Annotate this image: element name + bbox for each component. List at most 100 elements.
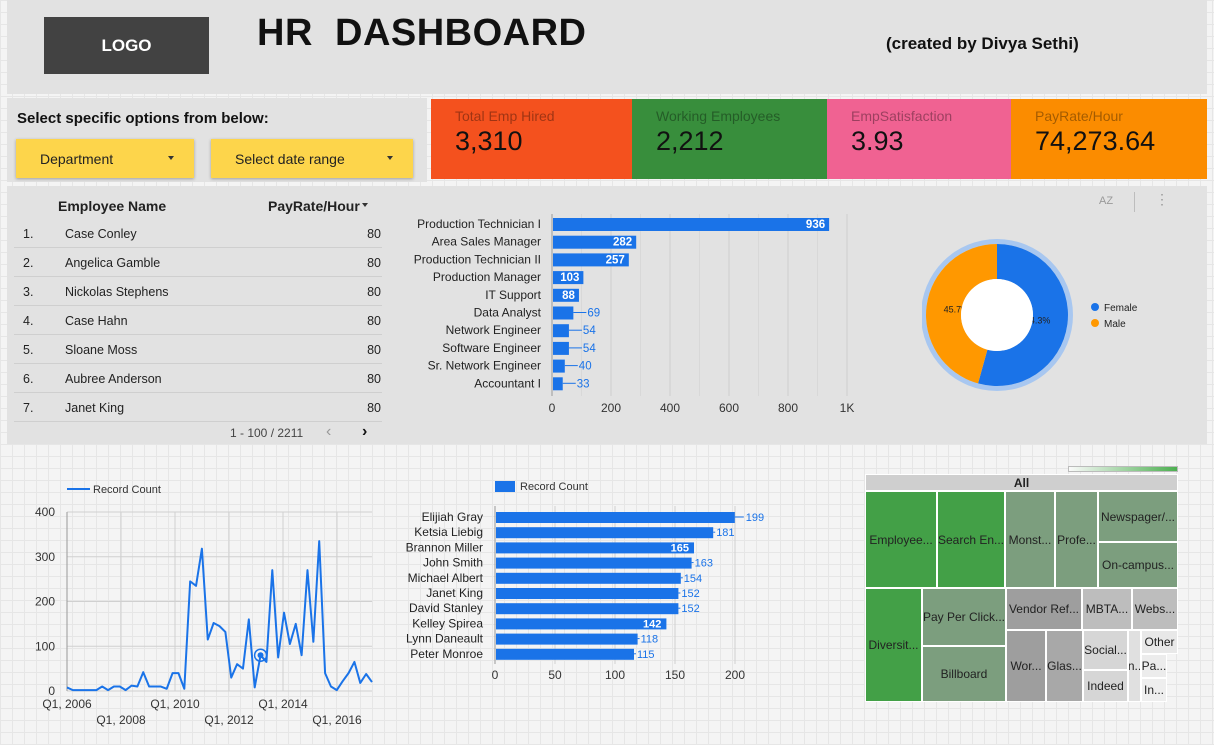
series-line[interactable] [66,540,373,692]
y-tick-label: 0 [48,684,55,698]
bar[interactable] [496,542,694,554]
bar[interactable] [553,359,565,373]
middle-panel: Employee Name PayRate/Hour 1. Case Conley… [7,186,1207,444]
bar-value-label: 54 [583,343,596,355]
treemap-cell[interactable]: Search En... [937,491,1005,588]
legend-label[interactable]: Female [1104,303,1138,314]
payrate-value: 80 [367,314,381,328]
employee-name: Nickolas Stephens [65,285,169,299]
treemap-cell[interactable]: Monst... [1005,491,1055,588]
treemap-cell[interactable]: Webs... [1132,588,1178,630]
treemap-cell[interactable]: Wor... [1006,630,1046,702]
category-label: Accountant I [474,376,541,390]
bar-value-label: 69 [587,308,600,320]
treemap-cell[interactable]: Pa... [1141,654,1167,678]
gender-donut-chart: 54.3%45.7% FemaleMale [922,239,1138,391]
treemap-cell[interactable]: Profe... [1055,491,1098,588]
category-label: Janet King [426,586,483,600]
kpi-working-employees[interactable]: Working Employees 2,212 [632,99,827,179]
prev-page-icon[interactable]: ‹ [326,423,331,441]
bar[interactable] [496,512,735,523]
bar[interactable] [496,572,681,584]
treemap-cell[interactable]: Social... [1083,630,1128,670]
bar[interactable] [553,306,574,320]
bar[interactable] [553,218,830,231]
payrate-value: 80 [367,227,381,241]
bar[interactable] [553,341,569,355]
bar[interactable] [496,603,679,615]
x-tick-label: 200 [725,668,745,682]
payrate-value: 80 [367,256,381,270]
table-row[interactable]: 6. Aubree Anderson 80 [14,364,382,393]
treemap-cell[interactable]: Indeed [1083,670,1128,702]
logo: LOGO [44,17,209,74]
bar[interactable] [496,557,692,569]
treemap-cell[interactable]: On-campus... [1098,542,1178,588]
department-dropdown-label: Department [40,150,114,167]
y-tick-label: 200 [35,595,55,609]
kpi-value: 3,310 [455,126,523,156]
table-row[interactable]: 4. Case Hahn 80 [14,306,382,335]
x-tick-label: 1K [840,401,855,414]
department-dropdown[interactable]: Department [16,139,194,178]
table-row[interactable]: 5. Sloane Moss 80 [14,335,382,364]
more-options-icon[interactable]: ⋮ [1155,192,1169,206]
bar-value-label: 181 [716,527,734,539]
next-page-icon[interactable]: › [362,423,367,441]
x-tick-label: 200 [601,401,621,414]
treemap-cell[interactable]: MBTA... [1082,588,1132,630]
treemap-cell[interactable]: Employee... [865,491,937,588]
kpi-total-emp-hired[interactable]: Total Emp Hired 3,310 [431,99,632,179]
x-tick-label: Q1, 2010 [150,697,200,711]
payrate-value: 80 [367,401,381,415]
category-label: Michael Albert [408,571,484,585]
column-header-employee-name[interactable]: Employee Name [58,198,166,214]
legend-label[interactable]: Record Count [93,484,161,496]
treemap-cell[interactable]: Other [1141,630,1178,654]
employee-name: Case Conley [65,227,137,241]
treemap-cell[interactable]: Diversit... [865,588,922,702]
y-tick-label: 100 [35,639,55,653]
bar[interactable] [553,377,563,391]
bar[interactable] [496,633,638,645]
legend-label[interactable]: Male [1104,319,1126,330]
treemap-cell[interactable]: Vendor Ref... [1006,588,1082,630]
bar-value-label: 936 [806,219,825,231]
row-number: 2. [23,256,34,270]
kpi-emp-satisfaction[interactable]: EmpSatisfaction 3.93 [827,99,1011,179]
kpi-label: EmpSatisfaction [851,108,953,124]
sort-az-icon[interactable]: AZ [1099,195,1113,207]
table-row[interactable]: 2. Angelica Gamble 80 [14,248,382,277]
bar[interactable] [553,324,569,338]
bar[interactable] [496,618,667,630]
bar[interactable] [496,648,634,660]
x-tick-label: 50 [548,668,562,682]
bar-value-label: 103 [560,272,579,284]
treemap-root-header[interactable]: All [865,474,1178,491]
kpi-payrate-hour[interactable]: PayRate/Hour 74,273.64 [1011,99,1207,179]
treemap-cell[interactable]: Pay Per Click... [922,588,1006,646]
category-label: Area Sales Manager [432,235,541,249]
treemap-cell[interactable]: Glas... [1046,630,1083,702]
table-row[interactable]: 3. Nickolas Stephens 80 [14,277,382,306]
treemap-cell[interactable]: Newspager/... [1098,491,1178,542]
payrate-value: 80 [367,343,381,357]
column-header-payrate[interactable]: PayRate/Hour [268,198,360,214]
bar[interactable] [496,527,714,539]
bar-value-label: 152 [681,603,699,615]
legend-label[interactable]: Record Count [520,481,588,493]
hiring-trend-line-chart: Record Count 0 100 200 300 400 Q1, 2006 Q1, 201… [35,484,373,727]
category-label: Software Engineer [442,341,541,355]
table-row[interactable]: 1. Case Conley 80 [14,219,382,248]
treemap-cell[interactable]: Billboard [922,646,1006,702]
treemap-cell[interactable]: In... [1141,678,1167,702]
date-range-picker[interactable]: Select date range [211,139,413,178]
bar-value-label: 118 [641,634,659,646]
x-tick-label: Q1, 2016 [312,713,362,727]
table-row[interactable]: 7. Janet King 80 [14,393,382,422]
bar[interactable] [496,588,679,599]
treemap-cell[interactable]: In... [1128,630,1141,702]
x-tick-label: 150 [665,668,685,682]
sort-desc-icon[interactable] [362,203,368,207]
kpi-value: 74,273.64 [1035,126,1156,156]
